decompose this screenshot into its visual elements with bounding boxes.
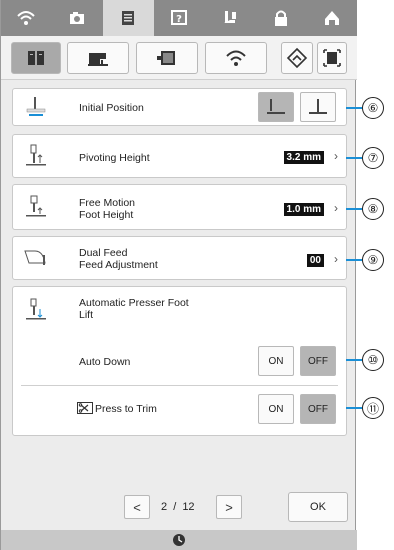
dual-feed-row[interactable]: Dual Feed Feed Adjustment 00 › <box>12 236 347 280</box>
home-icon <box>324 11 339 25</box>
help-icon: ? <box>171 10 187 25</box>
wifi-icon <box>17 11 36 25</box>
press-to-trim-off-button[interactable]: OFF <box>300 394 336 424</box>
free-motion-label-line1: Free Motion <box>79 197 136 209</box>
current-page: 2 <box>161 501 168 513</box>
sewing-machine-icon <box>88 53 108 66</box>
dual-feed-label-line1: Dual Feed <box>79 247 128 259</box>
automatic-presser-foot-lift-panel: Automatic Presser Foot Lift Auto Down ON… <box>12 286 347 436</box>
dual-feed-label-line2: Feed Adjustment <box>79 259 158 271</box>
subtab-wireless[interactable] <box>205 42 267 74</box>
callout-8: ⑧ <box>362 198 384 220</box>
dual-feed-value: 00 <box>306 254 324 267</box>
book-icon <box>28 51 44 65</box>
sub-tab-bar <box>1 36 357 80</box>
callout-line <box>346 107 362 109</box>
chevron-right-icon: › <box>334 149 338 163</box>
free-motion-foot-icon <box>26 195 46 217</box>
chevron-right-icon: › <box>334 201 338 215</box>
divider <box>21 385 338 386</box>
initial-position-row: Initial Position <box>12 88 347 126</box>
pivoting-height-row[interactable]: Pivoting Height 3.2 mm › <box>12 134 347 178</box>
callout-line <box>346 208 362 210</box>
next-page-button[interactable]: > <box>216 495 242 519</box>
tab-wifi[interactable] <box>1 0 52 36</box>
top-tab-bar: ? <box>1 0 357 36</box>
document-icon <box>122 11 135 25</box>
callout-11: ⑪ <box>362 397 384 419</box>
callout-line <box>346 157 362 159</box>
scissors-icon <box>77 402 93 414</box>
callout-9: ⑨ <box>362 249 384 271</box>
callout-7: ⑦ <box>362 147 384 169</box>
callout-10: ⑩ <box>362 349 384 371</box>
clock-icon <box>173 534 185 546</box>
free-motion-label-line2: Foot Height <box>79 209 134 221</box>
callout-line <box>346 259 362 261</box>
needle-up-icon <box>267 99 285 114</box>
callout-line <box>346 407 362 409</box>
needle-down-icon <box>309 99 327 114</box>
callout-line <box>346 359 362 361</box>
frame-corners-icon <box>323 49 341 67</box>
subtab-sewing[interactable] <box>67 42 129 74</box>
free-motion-value: 1.0 mm <box>283 203 324 216</box>
auto-down-on-button[interactable]: ON <box>258 346 294 376</box>
press-to-trim-on-button[interactable]: ON <box>258 394 294 424</box>
auto-down-off-button[interactable]: OFF <box>300 346 336 376</box>
callout-6: ⑥ <box>362 97 384 119</box>
auto-lift-label-line2: Lift <box>79 309 94 321</box>
needle-up-button[interactable] <box>258 92 294 122</box>
page-separator: / <box>173 501 177 513</box>
subtab-diamond[interactable] <box>281 42 313 74</box>
previous-page-button[interactable]: < <box>124 495 150 519</box>
pivoting-height-label: Pivoting Height <box>79 152 150 164</box>
tab-home[interactable] <box>306 0 357 36</box>
tab-help[interactable]: ? <box>154 0 205 36</box>
automatic-presser-foot-icon <box>26 298 46 320</box>
tab-camera[interactable] <box>52 0 103 36</box>
needle-position-icon <box>26 97 46 116</box>
free-motion-foot-height-row[interactable]: Free Motion Foot Height 1.0 mm › <box>12 184 347 230</box>
needle-down-button[interactable] <box>300 92 336 122</box>
initial-position-label: Initial Position <box>79 102 144 114</box>
dual-feed-icon <box>24 250 46 265</box>
tab-lock[interactable] <box>255 0 306 36</box>
subtab-general[interactable] <box>11 42 61 74</box>
tab-settings[interactable] <box>102 0 154 36</box>
bottom-status-bar <box>1 530 357 550</box>
subtab-frame[interactable] <box>317 42 347 74</box>
subtab-embroidery[interactable] <box>136 42 198 74</box>
auto-down-label: Auto Down <box>79 356 131 368</box>
sewing-foot-icon <box>223 11 236 23</box>
press-to-trim-label: Press to Trim <box>95 403 157 415</box>
auto-lift-label-line1: Automatic Presser Foot <box>79 297 189 309</box>
svg-text:?: ? <box>176 14 182 25</box>
presser-foot-height-icon <box>26 144 46 166</box>
wireless-icon <box>226 50 246 66</box>
pivoting-height-value: 3.2 mm <box>283 151 324 164</box>
ok-button[interactable]: OK <box>288 492 348 522</box>
total-pages: 12 <box>182 501 195 513</box>
settings-screen: ? Initial Position Pivoting Height 3.2 m… <box>0 0 357 550</box>
tab-sewing-foot[interactable] <box>204 0 255 36</box>
lock-icon <box>274 10 287 26</box>
diamond-arrow-icon <box>286 47 308 69</box>
embroidery-frame-icon <box>157 51 175 65</box>
page-indicator: 2 / 12 <box>161 501 195 513</box>
camera-icon <box>70 12 85 24</box>
chevron-right-icon: › <box>334 252 338 266</box>
